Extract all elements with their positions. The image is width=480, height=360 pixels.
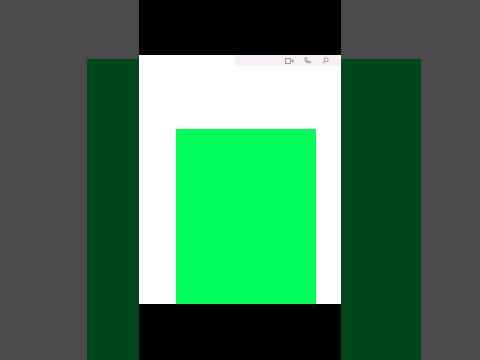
phone-icon[interactable] (303, 56, 312, 65)
app-window (139, 55, 341, 304)
stage (0, 0, 480, 360)
search-icon[interactable] (321, 56, 330, 65)
content-area (139, 66, 341, 304)
right-green-panel (341, 59, 421, 360)
app-header (139, 55, 341, 66)
video-call-icon[interactable] (285, 56, 294, 65)
header-toolbar (235, 55, 341, 66)
media-block[interactable] (176, 129, 316, 304)
left-green-panel (87, 59, 140, 360)
